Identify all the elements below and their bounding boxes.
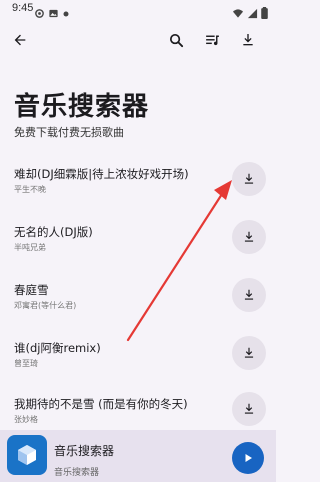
- song-artist: 半吨兄弟: [14, 243, 46, 252]
- gear-icon: [34, 4, 45, 23]
- page-subtitle: 免费下载付费无损歌曲: [14, 126, 124, 139]
- song-title: 难却(DJ细霖版|待上浓妆好戏开场): [14, 167, 189, 181]
- song-artist: 张妙格: [14, 415, 38, 424]
- song-artist: 曾至琦: [14, 359, 38, 368]
- image-icon: [48, 4, 59, 23]
- song-artist: 平生不晚: [14, 185, 46, 194]
- download-button[interactable]: [232, 220, 266, 254]
- play-icon: [245, 454, 252, 462]
- battery-icon: [261, 4, 268, 23]
- song-row[interactable]: 无名的人(DJ版) 半吨兄弟: [0, 216, 276, 272]
- song-title: 无名的人(DJ版): [14, 225, 93, 239]
- signal-icon: [247, 4, 258, 23]
- search-button[interactable]: [164, 28, 188, 52]
- song-row[interactable]: 难却(DJ细霖版|待上浓妆好戏开场) 平生不晚: [0, 158, 276, 214]
- search-icon: [169, 33, 183, 47]
- queue-music-icon: [205, 35, 219, 45]
- download-icon: [244, 231, 254, 242]
- status-time: 9:45: [12, 2, 34, 14]
- wifi-icon: [232, 4, 244, 23]
- notification-dot-icon: [62, 4, 70, 23]
- download-icon: [244, 289, 254, 300]
- download-all-button[interactable]: [236, 28, 260, 52]
- song-title: 我期待的不是雪 (而是有你的冬天): [14, 397, 188, 411]
- song-row[interactable]: 谁(dj阿衡remix) 曾至琦: [0, 332, 276, 388]
- download-icon: [244, 403, 254, 414]
- song-title: 春庭雪: [14, 283, 49, 297]
- download-button[interactable]: [232, 392, 266, 426]
- mini-player[interactable]: 音乐搜索器 音乐搜索器: [0, 430, 276, 482]
- song-row[interactable]: 春庭雪 邓寓君(等什么君): [0, 274, 276, 330]
- song-artist: 邓寓君(等什么君): [14, 301, 77, 310]
- app-logo-icon: [7, 435, 47, 475]
- back-button[interactable]: [8, 28, 32, 52]
- download-icon: [244, 347, 254, 358]
- download-button[interactable]: [232, 336, 266, 370]
- download-button[interactable]: [232, 278, 266, 312]
- status-bar: 9:45: [0, 0, 276, 22]
- play-button[interactable]: [232, 442, 264, 474]
- player-title: 音乐搜索器: [54, 444, 115, 458]
- player-subtitle: 音乐搜索器: [54, 468, 100, 478]
- back-arrow-icon: [14, 34, 26, 46]
- song-title: 谁(dj阿衡remix): [14, 341, 101, 355]
- page-title: 音乐搜索器: [14, 92, 150, 122]
- download-icon: [244, 173, 254, 184]
- playlist-button[interactable]: [200, 28, 224, 52]
- app-bar: [0, 28, 276, 56]
- download-button[interactable]: [232, 162, 266, 196]
- status-indicators: [232, 4, 268, 23]
- download-icon: [243, 34, 253, 46]
